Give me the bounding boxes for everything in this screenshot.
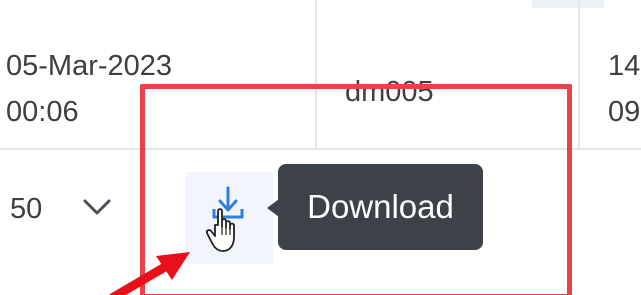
row-divider [0,148,641,150]
hand-cursor-icon [205,208,235,252]
chevron-down-icon [83,199,111,215]
column-divider [578,0,580,150]
user-cell: dm005 [345,76,434,108]
date-cell-line1: 05-Mar-2023 [6,50,173,82]
next-cell-line1: 14 [608,50,641,82]
header-cell-fragment [532,0,604,8]
column-divider [315,0,317,150]
next-cell-line2: 09 [608,96,641,128]
pointer-arrow-icon [109,252,190,295]
date-cell-line2: 00:06 [6,96,79,128]
screenshot-stage: 05-Mar-2023 00:06 dm005 14 09 50 Downloa… [0,0,641,295]
page-size-value: 50 [10,193,43,225]
download-tooltip: Download [278,164,483,250]
